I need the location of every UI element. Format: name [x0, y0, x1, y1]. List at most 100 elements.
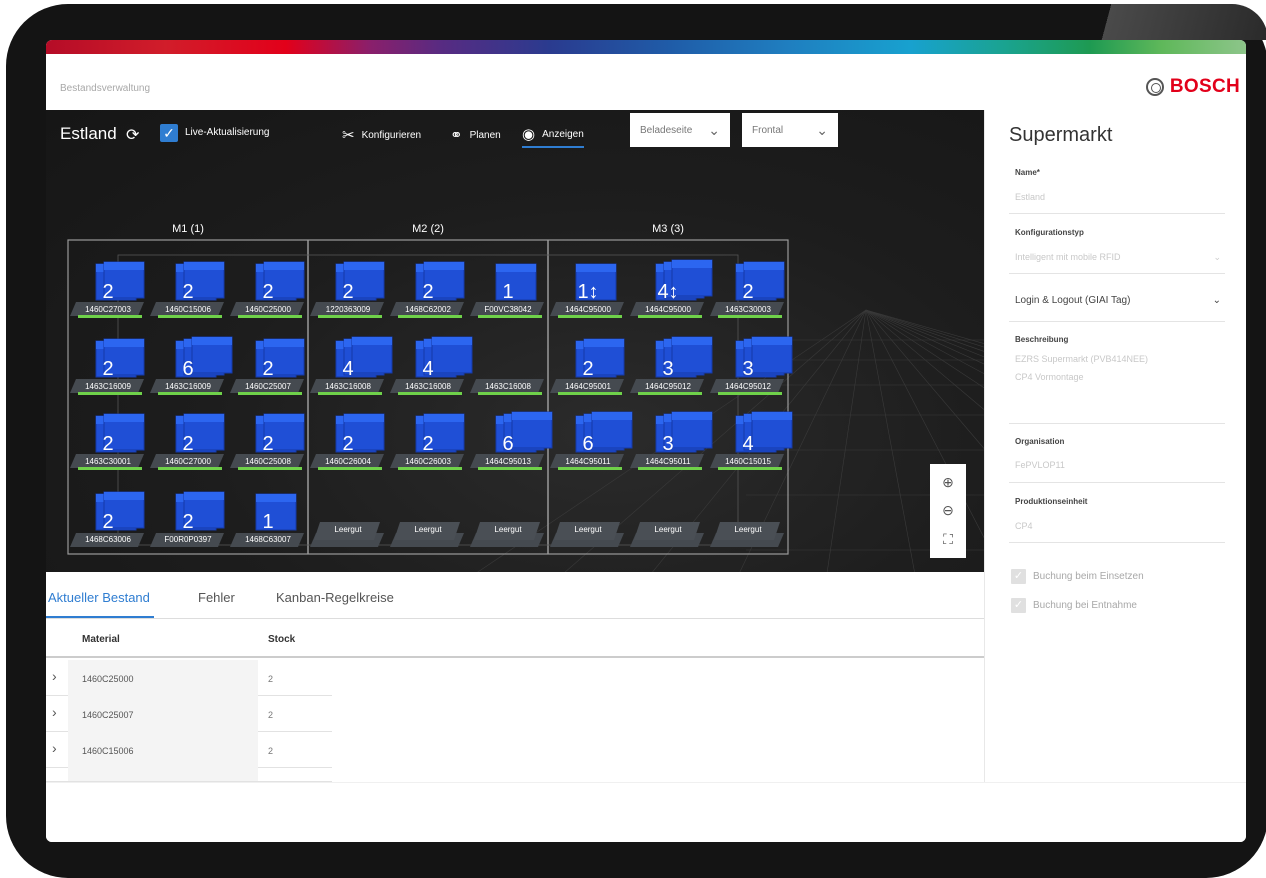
- slot-status-bar: [238, 467, 302, 470]
- storage-bin-top: [744, 262, 784, 270]
- slot-status-bar: [318, 392, 382, 395]
- app-title: Bestandsverwaltung: [60, 83, 151, 94]
- slot-count: 6: [502, 433, 513, 455]
- chevron-right-icon[interactable]: ›: [52, 704, 57, 720]
- chevron-right-icon[interactable]: ›: [52, 740, 57, 756]
- production-unit-field[interactable]: CP4: [1015, 521, 1033, 531]
- slot-status-bar: [638, 315, 702, 318]
- table-row[interactable]: › 1460C25000 2: [46, 660, 332, 696]
- rack-visualization[interactable]: M1 (1) M2 (2) M3 (3) 2 1460C27003 2 1460C15006…: [46, 110, 984, 572]
- slot-material-code: 1464C95012: [645, 382, 691, 391]
- slot-status-bar: [78, 467, 142, 470]
- slot-count: 4: [342, 358, 353, 380]
- tab-errors[interactable]: Fehler: [198, 590, 235, 605]
- booking-insert-label: Buchung beim Einsetzen: [1033, 571, 1144, 582]
- storage-bin-top: [576, 264, 616, 272]
- slot-status-bar: [558, 315, 622, 318]
- slot-material-code: 1464C95013: [485, 457, 531, 466]
- stock-cell: 2: [268, 746, 274, 756]
- tab-konfigurieren[interactable]: ✂ Konfigurieren: [342, 122, 421, 148]
- view-mode-value: Frontal: [752, 124, 784, 136]
- refresh-icon[interactable]: ⟳: [126, 125, 139, 145]
- divider: [1009, 273, 1225, 274]
- storage-bin-top: [264, 262, 304, 270]
- table-row[interactable]: › 1460C15006 2: [46, 732, 332, 768]
- material-cell: 1460C15006: [68, 732, 258, 768]
- slot-count: 2: [102, 281, 113, 303]
- slot-material-code: 1460C25007: [245, 382, 291, 391]
- description-line-1[interactable]: EZRS Supermarkt (PVB414NEE): [1015, 354, 1148, 364]
- slot-material-code: 1463C16008: [325, 382, 371, 391]
- storage-bin-top: [584, 339, 624, 347]
- organisation-field[interactable]: FePVLOP11: [1015, 460, 1065, 470]
- material-cell-partial: [68, 768, 258, 781]
- chevron-down-icon: ⌄: [708, 121, 720, 138]
- bosch-wordmark: BOSCH: [1169, 76, 1240, 97]
- slot-count: 2: [342, 433, 353, 455]
- slot-count: 2: [262, 433, 273, 455]
- zoom-in-icon[interactable]: ⊕: [942, 474, 954, 491]
- eye-icon: ◉: [522, 126, 536, 143]
- booking-insert-checkbox[interactable]: ✓: [1011, 569, 1026, 584]
- storage-bin-top: [264, 414, 304, 422]
- fullscreen-icon[interactable]: ⛶: [943, 531, 953, 548]
- slot-material-code: 1464C95001: [565, 382, 611, 391]
- live-update-label: Live-Aktualisierung: [185, 127, 270, 138]
- slot-material-code: 1464C95011: [645, 457, 691, 466]
- storage-bin-top: [192, 337, 232, 345]
- column-header-stock[interactable]: Stock: [268, 634, 295, 645]
- config-type-select[interactable]: Intelligent mit mobile RFID ⌄: [1015, 252, 1221, 262]
- tab-planen[interactable]: ⚭ Planen: [450, 122, 501, 148]
- description-line-2[interactable]: CP4 Vormontage: [1015, 372, 1084, 382]
- stock-cell: 2: [268, 674, 274, 684]
- slot-material-code: 1463C16009: [165, 382, 211, 391]
- tab-anzeigen[interactable]: ◉ Anzeigen: [522, 122, 584, 148]
- slot-count: 1: [262, 511, 273, 533]
- slot-material-code: 1464C95000: [565, 305, 611, 314]
- storage-bin-top: [672, 337, 712, 345]
- slot-material-code: 1460C15015: [725, 457, 771, 466]
- login-mode-select[interactable]: Login & Logout (GIAI Tag) ⌄: [1015, 295, 1221, 306]
- tablet-frame-reflection: [1040, 4, 1266, 40]
- divider: [1009, 213, 1225, 214]
- slot-count: 2: [342, 281, 353, 303]
- nodes-icon: ⚭: [450, 127, 463, 144]
- slot-status-bar: [478, 467, 542, 470]
- divider: [1009, 423, 1225, 424]
- production-unit-label: Produktionseinheit: [1015, 497, 1088, 506]
- tab-planen-label: Planen: [469, 129, 501, 141]
- storage-bin-top: [496, 264, 536, 272]
- table-row-partial[interactable]: ›: [46, 768, 332, 782]
- slot-status-bar: [398, 315, 462, 318]
- tab-current-stock[interactable]: Aktueller Bestand: [48, 590, 150, 605]
- tab-konfigurieren-label: Konfigurieren: [361, 129, 422, 141]
- slot-status-bar: [78, 392, 142, 395]
- stock-cell: 2: [268, 710, 274, 720]
- view-mode-dropdown[interactable]: Frontal ⌄: [742, 113, 838, 147]
- tab-kanban[interactable]: Kanban-Regelkreise: [276, 590, 394, 605]
- tab-anzeigen-label: Anzeigen: [542, 128, 584, 140]
- chevron-right-icon[interactable]: ›: [52, 668, 57, 684]
- tab-divider: [46, 618, 984, 619]
- bosch-logo: BOSCH: [1145, 76, 1240, 98]
- slot-material-code: 1460C15006: [165, 305, 211, 314]
- slot-count: 3: [742, 358, 753, 380]
- name-field[interactable]: Estland: [1015, 192, 1045, 202]
- storage-bin-top: [512, 412, 552, 420]
- app-screen: Bestandsverwaltung BOSCH M1 (1) M2 (2) M3 …: [46, 40, 1246, 842]
- table-row[interactable]: › 1460C25007 2: [46, 696, 332, 732]
- slot-status-bar: [318, 467, 382, 470]
- slot-status-bar: [638, 467, 702, 470]
- header-divider: [46, 656, 984, 658]
- column-header-material[interactable]: Material: [82, 634, 120, 645]
- organisation-label: Organisation: [1015, 437, 1065, 446]
- loading-side-dropdown[interactable]: Beladeseite ⌄: [630, 113, 730, 147]
- slot-material-code: 1468C62002: [405, 305, 451, 314]
- rack-3d-viewer[interactable]: M1 (1) M2 (2) M3 (3) 2 1460C27003 2 1460C15006…: [46, 110, 984, 572]
- zoom-out-icon[interactable]: ⊖: [942, 502, 954, 519]
- live-update-checkbox[interactable]: ✓: [160, 124, 178, 142]
- slot-count: 6: [582, 433, 593, 455]
- booking-removal-checkbox[interactable]: ✓: [1011, 598, 1026, 613]
- slot-material-code: 1463C16008: [405, 382, 451, 391]
- slot-material-code: Leergut: [654, 525, 682, 534]
